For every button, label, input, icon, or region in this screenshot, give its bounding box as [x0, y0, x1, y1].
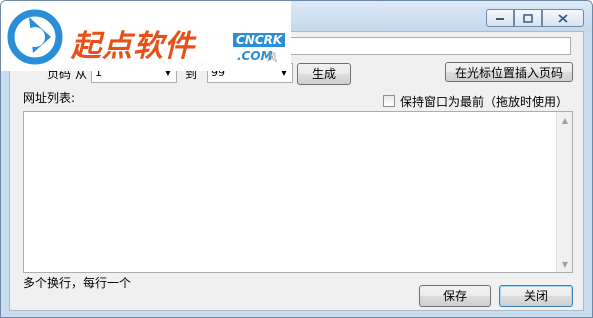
minimize-icon	[496, 18, 504, 20]
scroll-down-icon[interactable]: ▼	[557, 256, 573, 272]
list-label: 网址列表:	[23, 91, 76, 105]
keep-on-top-label: 保持窗口为最前（拖放时使用）	[400, 95, 569, 109]
close-icon	[558, 13, 568, 23]
maximize-icon	[523, 13, 533, 23]
url-input[interactable]	[281, 37, 571, 55]
keep-on-top-checkbox[interactable]	[383, 95, 395, 107]
hint-text: 多个换行，每行一个	[23, 276, 132, 290]
insert-page-button[interactable]: 在光标位置插入页码	[445, 62, 573, 82]
url-list-textarea[interactable]: ▲ ▼	[23, 111, 573, 273]
window-controls	[486, 9, 584, 27]
maximize-button[interactable]	[514, 9, 542, 27]
save-button[interactable]: 保存	[419, 285, 491, 307]
scrollbar[interactable]: ▲ ▼	[556, 112, 572, 272]
close-window-button[interactable]	[542, 9, 584, 27]
scroll-up-icon[interactable]: ▲	[557, 112, 573, 128]
logo-swirl-icon	[7, 9, 63, 65]
logo-badge: CNCRK	[233, 33, 286, 47]
logo-text: 起点软件	[71, 29, 195, 64]
generate-button[interactable]: 生成	[297, 63, 351, 85]
logo: 起点软件 CNCRK .COM 风	[1, 1, 291, 71]
logo-mark: 风	[267, 53, 277, 64]
close-button[interactable]: 关闭	[499, 285, 573, 307]
minimize-button[interactable]	[486, 9, 514, 27]
app-window: 起点软件 CNCRK .COM 风 页码 从 1 ▼ 到 99 ▼ 生成 在光标…	[0, 0, 593, 318]
